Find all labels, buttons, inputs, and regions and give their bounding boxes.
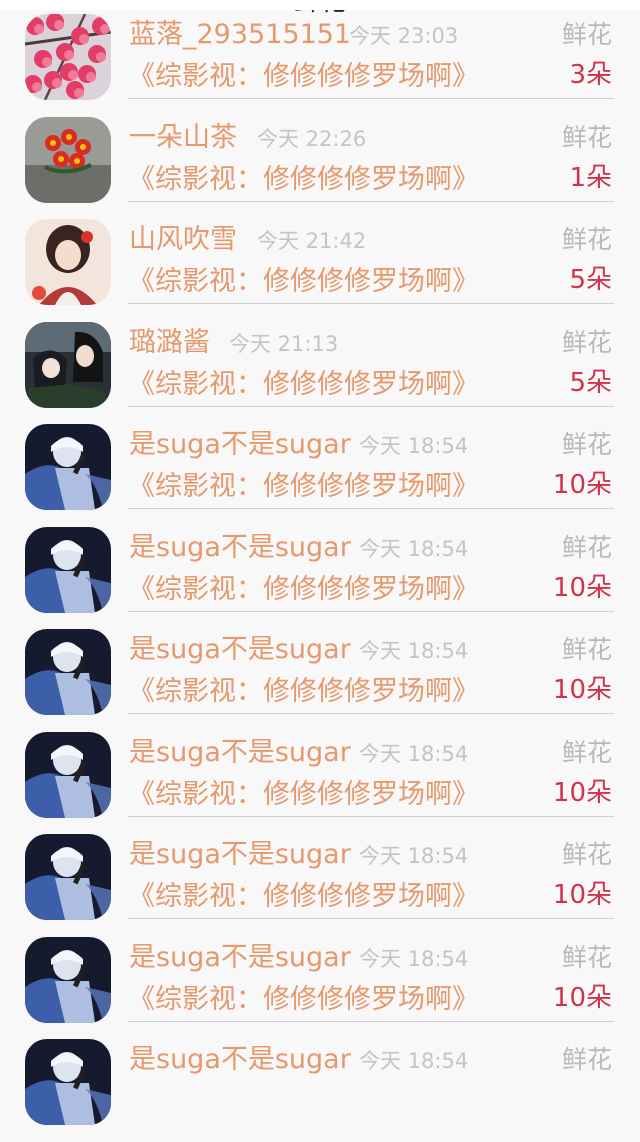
book-title-link[interactable]: 《综影视：修修修修罗场啊》 (128, 675, 479, 709)
row-divider (128, 918, 614, 919)
book-title-link[interactable]: 《综影视：修修修修罗场啊》 (128, 163, 479, 197)
timestamp: 今天 18:54 (359, 434, 469, 458)
timestamp: 今天 18:54 (359, 844, 469, 868)
gift-type-label: 鲜花 (561, 122, 612, 152)
gift-type-label: 鲜花 (561, 840, 612, 869)
gift-amount: 10朵 (552, 470, 612, 500)
singer-avatar[interactable] (25, 526, 111, 613)
singer-avatar[interactable] (25, 424, 111, 510)
username[interactable]: 是suga不是sugar (129, 531, 351, 565)
singer-avatar[interactable] (25, 834, 111, 920)
gift-amount: 5朵 (569, 265, 612, 295)
gift-amount: 3朵 (569, 60, 612, 90)
gift-type-label: 鲜花 (561, 430, 612, 459)
row-divider (128, 405, 614, 407)
username[interactable]: 璐潞酱 (129, 326, 210, 360)
gift-amount: 5朵 (569, 367, 612, 398)
gift-amount: 10朵 (552, 880, 612, 910)
gift-type-label: 鲜花 (561, 1045, 612, 1074)
gift-record-row[interactable]: 蓝落_293515151 今天 23:03 鲜花《综影视：修修修修罗场啊》 3朵 (0, 14, 640, 117)
timestamp: 今天 23:03 (349, 24, 459, 48)
singer-avatar[interactable] (25, 936, 111, 1023)
row-divider (128, 508, 614, 509)
red-flowers-avatar[interactable] (25, 116, 111, 203)
timestamp: 今天 18:54 (359, 946, 469, 971)
gift-record-row[interactable]: 是suga不是sugar 今天 18:54 鲜花《综影视：修修修修罗场啊》 10朵 (0, 629, 640, 732)
row-divider (128, 303, 614, 304)
row-divider (128, 815, 614, 817)
gift-record-row[interactable]: 是suga不是sugar 今天 18:54 鲜花《综影视：修修修修罗场啊》 10朵 (0, 424, 640, 527)
singer-avatar[interactable] (25, 731, 111, 818)
gift-record-row[interactable]: 是suga不是sugar 今天 18:54 鲜花《综影视：修修修修罗场啊》 10朵 (0, 731, 640, 835)
book-title-link[interactable]: 《综影视：修修修修罗场啊》 (128, 470, 479, 504)
gift-type-label: 鲜花 (561, 20, 612, 49)
gift-type-label: 鲜花 (561, 737, 612, 767)
username[interactable]: 是suga不是sugar (129, 941, 351, 975)
timestamp: 今天 18:54 (359, 536, 469, 561)
gift-record-row[interactable]: 是suga不是sugar 今天 18:54 鲜花 (0, 1039, 640, 1142)
username[interactable]: 一朵山茶 (129, 121, 237, 155)
timestamp: 今天 21:13 (229, 331, 339, 356)
gift-record-row[interactable]: 是suga不是sugar 今天 18:54 鲜花《综影视：修修修修罗场啊》 10朵 (0, 834, 640, 937)
singer-avatar[interactable] (25, 629, 111, 715)
book-title-link[interactable]: 《综影视：修修修修罗场啊》 (128, 368, 479, 402)
username[interactable]: 是suga不是sugar (129, 428, 351, 462)
book-title-link[interactable]: 《综影视：修修修修罗场啊》 (128, 880, 479, 914)
singer-avatar[interactable] (25, 1039, 111, 1125)
row-divider (128, 1020, 614, 1022)
gift-type-label: 鲜花 (561, 532, 612, 562)
row-divider (128, 98, 614, 99)
book-title-link[interactable]: 《综影视：修修修修罗场啊》 (128, 983, 479, 1017)
username[interactable]: 是suga不是sugar (129, 838, 351, 872)
row-divider (128, 200, 614, 202)
gift-record-row[interactable]: 山风吹雪 今天 21:42 鲜花《综影视：修修修修罗场啊》 5朵 (0, 219, 640, 322)
timestamp: 今天 21:42 (257, 229, 367, 253)
gift-type-label: 鲜花 (561, 327, 612, 357)
gift-amount: 10朵 (552, 982, 612, 1013)
timestamp: 今天 18:54 (359, 639, 469, 663)
row-divider (128, 713, 614, 714)
username[interactable]: 山风吹雪 (129, 223, 237, 257)
gift-record-row[interactable]: 是suga不是sugar 今天 18:54 鲜花《综影视：修修修修罗场啊》 10朵 (0, 526, 640, 630)
cherry-blossom-avatar[interactable] (25, 14, 111, 100)
row-divider (128, 610, 614, 612)
username[interactable]: 是suga不是sugar (129, 736, 351, 770)
gift-record-row[interactable]: 璐潞酱 今天 21:13 鲜花《综影视：修修修修罗场啊》 5朵 (0, 321, 640, 425)
username[interactable]: 是suga不是sugar (129, 633, 351, 667)
book-title-link[interactable]: 《综影视：修修修修罗场啊》 (128, 573, 479, 607)
book-title-link[interactable]: 《综影视：修修修修罗场啊》 (128, 60, 479, 94)
username[interactable]: 是suga不是sugar (129, 1043, 351, 1077)
book-title-link[interactable]: 《综影视：修修修修罗场啊》 (128, 778, 479, 812)
header-bar (0, 0, 640, 10)
gift-record-row[interactable]: 一朵山茶 今天 22:26 鲜花《综影视：修修修修罗场啊》 1朵 (0, 116, 640, 220)
timestamp: 今天 22:26 (257, 126, 367, 151)
gift-type-label: 鲜花 (561, 942, 612, 972)
gift-record-row[interactable]: 是suga不是sugar 今天 18:54 鲜花《综影视：修修修修罗场啊》 10朵 (0, 936, 640, 1040)
gift-amount: 10朵 (552, 777, 612, 808)
timestamp: 今天 18:54 (359, 741, 469, 766)
gift-amount: 10朵 (552, 675, 612, 705)
username[interactable]: 蓝落_293515151 (129, 18, 351, 52)
gift-type-label: 鲜花 (561, 635, 612, 664)
gift-amount: 10朵 (552, 572, 612, 603)
book-title-link[interactable]: 《综影视：修修修修罗场啊》 (128, 265, 479, 299)
gift-amount: 1朵 (569, 162, 612, 193)
timestamp: 今天 18:54 (359, 1049, 469, 1073)
anime-duo-avatar[interactable] (25, 321, 111, 408)
gift-type-label: 鲜花 (561, 225, 612, 254)
kimono-girl-avatar[interactable] (25, 219, 111, 305)
